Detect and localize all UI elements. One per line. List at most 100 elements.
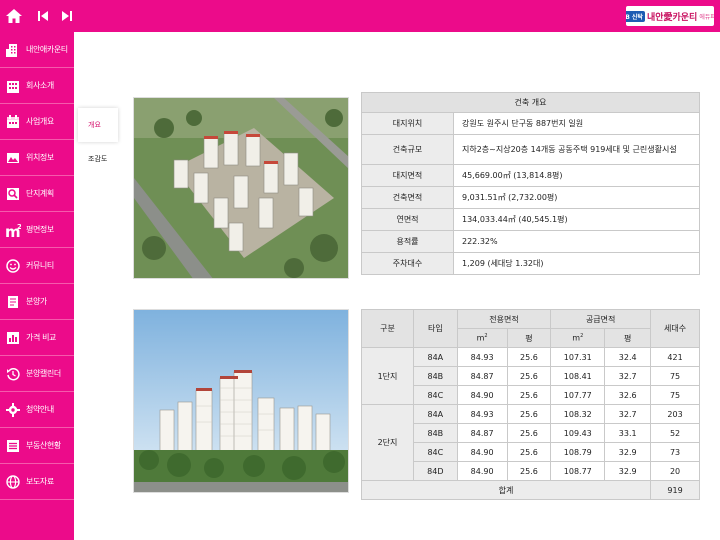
sidebar-item-label: 커뮤니티 [26, 261, 54, 270]
home-icon[interactable] [4, 0, 24, 32]
unit-m: m [572, 333, 581, 343]
subnav-item-overview[interactable]: 개요 [78, 108, 118, 142]
sidebar-item-label: 분양캘린더 [26, 369, 61, 378]
brand-name: 내안愛카운티 [646, 12, 698, 23]
sidebar-item-label: 사업개요 [26, 117, 54, 126]
overview-key: 연면적 [361, 208, 454, 231]
sidebar-item-company[interactable]: 회사소개 [0, 68, 74, 104]
sidebar-item-price-compare[interactable]: 가격 비교 [0, 320, 74, 356]
brand-sub: 에듀파크 [699, 13, 714, 21]
total-row: 합계 919 [360, 480, 700, 500]
table-cell: 84.93 [456, 347, 508, 367]
header-households: 세대수 [650, 309, 700, 348]
calendar-icon [0, 114, 26, 129]
sidebar-item-site-plan[interactable]: 단지계획 [0, 176, 74, 212]
group-label: 2단지 [361, 404, 414, 481]
table-cell: 32.7 [604, 366, 652, 386]
sidebar-item-floor-plan[interactable]: m2 평면정보 [0, 212, 74, 248]
sidebar-item-label: 회사소개 [26, 81, 54, 90]
table-cell: 25.6 [506, 461, 552, 481]
brand-logo[interactable]: KB 신탁 내안愛카운티 에듀파크 [626, 6, 714, 26]
overview-key: 건축면적 [361, 186, 454, 209]
overview-value: 9,031.51㎡ (2,732.00평) [453, 186, 700, 209]
header-supply: 공급면적 [550, 309, 652, 329]
table-cell: 84.90 [456, 461, 508, 481]
overview-value: 지하2층~지상20층 14개동 공동주택 919세대 및 근린생활시설 [453, 134, 700, 165]
sidebar-item-real-estate[interactable]: 부동산현황 [0, 428, 74, 464]
table-cell: 32.4 [604, 347, 652, 367]
photo-icon [0, 151, 26, 165]
table-cell: 107.31 [550, 347, 606, 367]
table-row: 2단지 84A 84.93 25.6 108.32 32.7 203 [361, 404, 700, 481]
history-icon [0, 367, 26, 381]
sidebar-item-press[interactable]: 보도자료 [0, 464, 74, 500]
skip-previous-icon[interactable] [35, 0, 51, 32]
sidebar-item-label: 가격 비교 [26, 333, 56, 342]
sidebar: 내안애카운티 회사소개 사업개요 위치정보 단지계획 m2 평면정보 커뮤니티 … [0, 32, 74, 540]
overview-value: 1,209 (세대당 1.32대) [453, 252, 700, 275]
table-cell: 84.87 [456, 423, 508, 443]
table-cell: 108.79 [550, 442, 606, 462]
table-cell: 75 [650, 366, 700, 386]
overview-key: 대지위치 [361, 112, 454, 135]
table-cell: 73 [650, 442, 700, 462]
document-icon [0, 295, 26, 309]
table-row: 연면적 134,033.44㎡ (40,545.1평) [361, 208, 700, 231]
unit-type-cell: 84C [413, 385, 458, 405]
table-cell: 25.6 [506, 347, 552, 367]
table-cell: 25.6 [506, 366, 552, 386]
unit-type-cell: 84B [413, 423, 458, 443]
sidebar-item-subscription[interactable]: 청약안내 [0, 392, 74, 428]
sidebar-item-location[interactable]: 위치정보 [0, 140, 74, 176]
street-render-image [133, 309, 349, 493]
table-cell: 75 [650, 385, 700, 405]
subnav-item-birdseye[interactable]: 조감도 [78, 142, 118, 176]
total-label: 합계 [360, 480, 652, 500]
sidebar-item-label: 청약안내 [26, 405, 54, 414]
table-cell: 25.6 [506, 385, 552, 405]
table-cell: 32.9 [604, 442, 652, 462]
bar-chart-icon [0, 331, 26, 345]
table-cell: 108.41 [550, 366, 606, 386]
total-value: 919 [650, 480, 700, 500]
table-row: 용적률 222.32% [361, 230, 700, 253]
unit-type-cell: 84D [413, 461, 458, 481]
overview-value: 강원도 원주시 단구동 887번지 일원 [453, 112, 700, 135]
sidebar-item-label: 보도자료 [26, 477, 54, 486]
svg-text:2: 2 [17, 223, 21, 231]
table-cell: 84.90 [456, 442, 508, 462]
sidebar-item-label: 부동산현황 [26, 441, 61, 450]
aerial-render-image [133, 97, 349, 279]
building-overview-table: 건축 개요 대지위치 강원도 원주시 단구동 887번지 일원 건축규모 지하2… [361, 92, 700, 275]
top-bar: KB 신탁 내안愛카운티 에듀파크 [0, 0, 720, 32]
table-cell: 25.6 [506, 423, 552, 443]
table-cell: 108.32 [550, 404, 606, 424]
list-icon [0, 439, 26, 453]
brand-badge: KB 신탁 [626, 10, 645, 22]
gear-icon [0, 402, 26, 417]
table-cell: 84.93 [456, 404, 508, 424]
overview-caption: 건축 개요 [361, 92, 700, 113]
header-supply-sqm: m2 [550, 328, 606, 348]
table-cell: 32.7 [604, 404, 652, 424]
table-cell: 84.90 [456, 385, 508, 405]
header-division: 구분 [361, 309, 414, 348]
table-row: 대지위치 강원도 원주시 단구동 887번지 일원 [361, 112, 700, 135]
sidebar-item-price[interactable]: 분양가 [0, 284, 74, 320]
smile-icon [0, 258, 26, 273]
sidebar-item-overview[interactable]: 사업개요 [0, 104, 74, 140]
sidebar-item-calendar[interactable]: 분양캘린더 [0, 356, 74, 392]
table-cell: 52 [650, 423, 700, 443]
header-type: 타입 [413, 309, 458, 348]
table-cell: 32.9 [604, 461, 652, 481]
unit-type-cell: 84C [413, 442, 458, 462]
header-exclusive: 전용면적 [456, 309, 552, 329]
sidebar-item-label: 단지계획 [26, 189, 54, 198]
skip-next-icon[interactable] [59, 0, 75, 32]
sidebar-item-community[interactable]: 커뮤니티 [0, 248, 74, 284]
sidebar-item-brand[interactable]: 내안애카운티 [0, 32, 74, 68]
unit-exp: 2 [580, 333, 584, 340]
header-exclusive-sqm: m2 [456, 328, 508, 348]
table-cell: 421 [650, 347, 700, 367]
table-cell: 203 [650, 404, 700, 424]
